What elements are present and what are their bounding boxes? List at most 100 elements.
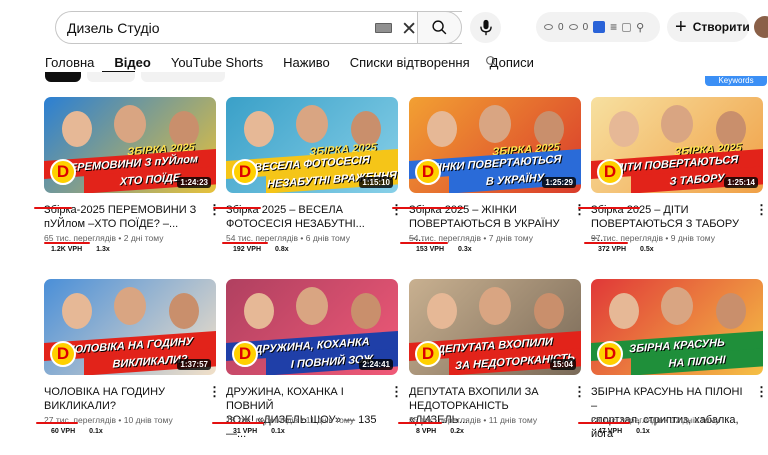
channel-logo: D: [597, 159, 623, 185]
annotation-underline: [34, 207, 72, 209]
search-input[interactable]: Дизель Студіо ✕: [55, 11, 462, 44]
annotation-underline: [222, 242, 268, 244]
annotation-underline: [578, 422, 630, 424]
thumbnail-person: [427, 293, 457, 329]
channel-logo: D: [50, 159, 76, 185]
chip-latest[interactable]: [45, 72, 81, 82]
create-button[interactable]: + Створити: [667, 12, 750, 42]
eye-icon: [544, 24, 553, 30]
thumbnail-person: [479, 287, 511, 325]
ratio-badge: 0.1x: [271, 428, 285, 435]
pin-icon[interactable]: ⚲: [636, 21, 644, 34]
ratio-badge: 0.3x: [458, 246, 472, 253]
annotation-underline: [400, 242, 448, 244]
tab-playlists[interactable]: Списки відтворення: [350, 55, 470, 73]
video-duration: 1:24:23: [177, 177, 211, 188]
extension-count-2: 0: [582, 21, 589, 33]
tab-home[interactable]: Головна: [45, 55, 94, 73]
video-stats: 31 VPH 0.1x: [233, 428, 285, 435]
video-stats: 153 VPH 0.3x: [416, 246, 472, 253]
video-title-line: ДЕПУТАТА ВХОПИЛИ ЗА: [409, 386, 539, 398]
tab-shorts[interactable]: YouTube Shorts: [171, 55, 263, 73]
video-stats: 192 VPH 0.8x: [233, 246, 289, 253]
search-query: Дизель Студіо: [67, 19, 160, 36]
tab-live[interactable]: Наживо: [283, 55, 330, 73]
extension-settings-icon[interactable]: [622, 22, 632, 32]
channel-logo: D: [232, 159, 258, 185]
video-thumbnail[interactable]: ЧОЛОВІКА НА ГОДИНУ ВИКЛИКАЛИ? D 1:37:57: [44, 279, 216, 375]
more-options-icon[interactable]: ⋮: [208, 385, 221, 399]
video-thumbnail[interactable]: ЗБІРКА 2025 ДІТИ ПОВЕРТАЮТЬСЯ З ТАБОРУ D…: [591, 97, 763, 193]
video-thumbnail[interactable]: ДРУЖИНА, КОХАНКА І ПОВНИЙ ЗОЖ D 2:24:41: [226, 279, 398, 375]
thumbnail-person: [62, 111, 92, 147]
thumbnail-person: [661, 105, 693, 143]
video-title-line: пУЙлом –ХТО ПОЇДЕ? –...: [44, 218, 179, 230]
voice-search-button[interactable]: [470, 12, 501, 43]
thumbnail-person: [114, 287, 146, 325]
annotation-underline: [584, 242, 628, 244]
video-duration: 1:15:10: [359, 177, 393, 188]
annotation-underline: [398, 422, 442, 424]
channel-logo: D: [415, 341, 441, 367]
video-thumbnail[interactable]: ЗБІРКА 2025 ВЕСЕЛА ФОТОСЕСІЯ НЕЗАБУТНІ В…: [226, 97, 398, 193]
thumbnail-person: [296, 105, 328, 143]
search-button[interactable]: [417, 11, 462, 44]
more-options-icon[interactable]: ⋮: [755, 385, 768, 399]
annotation-underline: [213, 207, 261, 209]
video-title-line: Збірка 2025 – ДІТИ: [591, 204, 689, 216]
ratio-badge: 0.8x: [275, 246, 289, 253]
video-title-line: Збірка 2025 – ЖІНКИ: [409, 204, 517, 216]
video-title[interactable]: ЧОЛОВІКА НА ГОДИНУ ВИКЛИКАЛИ?: [44, 385, 204, 413]
vph-badge: 47 VPH: [598, 428, 623, 435]
video-thumbnail[interactable]: ЗБІРНА КРАСУНЬ НА ПІЛОНІ D: [591, 279, 763, 375]
more-options-icon[interactable]: ⋮: [755, 203, 768, 217]
extension-icon[interactable]: [593, 21, 606, 33]
chip-oldest[interactable]: [141, 72, 225, 82]
vph-badge: 60 VPH: [51, 428, 76, 435]
vph-badge: 372 VPH: [598, 246, 627, 253]
ratio-badge: 0.2x: [450, 428, 464, 435]
vph-badge: 1.2K VPH: [51, 246, 83, 253]
video-duration: 1:25:14: [724, 177, 758, 188]
more-options-icon[interactable]: ⋮: [573, 203, 586, 217]
video-stats: 372 VPH 0.5x: [598, 246, 654, 253]
video-stats: 47 VPH 0.1x: [598, 428, 650, 435]
thumbnail-person: [62, 293, 92, 329]
channel-logo: D: [597, 341, 623, 367]
channel-search-button[interactable]: [485, 55, 498, 73]
video-stats: 8 VPH 0.2x: [416, 428, 464, 435]
video-title-line: ФОТОСЕСІЯ НЕЗАБУТНІ...: [226, 218, 365, 230]
more-options-icon[interactable]: ⋮: [208, 203, 221, 217]
thumbnail-person: [609, 293, 639, 329]
video-thumbnail[interactable]: ДЕПУТАТА ВХОПИЛИ ЗА НЕДОТОРКАНІСТЬ D 15:…: [409, 279, 581, 375]
more-options-icon[interactable]: ⋮: [390, 203, 403, 217]
keywords-badge[interactable]: Keywords: [705, 76, 767, 86]
video-thumbnail[interactable]: ЗБІРКА 2025 ЖІНКИ ПОВЕРТАЮТЬСЯ В УКРАЇНУ…: [409, 97, 581, 193]
thumbnail-person: [114, 105, 146, 143]
ratio-badge: 0.1x: [89, 428, 103, 435]
channel-logo: D: [232, 341, 258, 367]
thumbnail-person: [351, 293, 381, 329]
clear-search-icon[interactable]: ✕: [401, 18, 417, 41]
create-label: Створити: [692, 20, 750, 34]
ratio-badge: 0.1x: [636, 428, 650, 435]
thumbnail-person: [427, 111, 457, 147]
video-title-line: ДРУЖИНА, КОХАНКА І ПОВНИЙ: [226, 386, 344, 412]
vph-badge: 31 VPH: [233, 428, 258, 435]
plus-icon: +: [675, 16, 687, 38]
ratio-badge: 0.5x: [640, 246, 654, 253]
eye-icon: [568, 24, 578, 30]
annotation-underline: [392, 207, 464, 209]
more-options-icon[interactable]: ⋮: [573, 385, 586, 399]
chip-popular[interactable]: [87, 72, 135, 82]
keyboard-icon[interactable]: [375, 23, 392, 33]
menu-lines-icon[interactable]: ≡: [610, 20, 617, 34]
video-thumbnail[interactable]: ЗБІРКА 2025 ПЕРЕМОВИНИ З пУЙлом ХТО ПОЇД…: [44, 97, 216, 193]
extension-toolbar[interactable]: 0 0 ≡ ⚲: [536, 12, 660, 42]
search-icon: [486, 56, 497, 67]
channel-logo: D: [415, 159, 441, 185]
vph-badge: 8 VPH: [416, 428, 437, 435]
more-options-icon[interactable]: ⋮: [390, 385, 403, 399]
avatar[interactable]: [754, 16, 768, 38]
thumbnail-person: [244, 111, 274, 147]
